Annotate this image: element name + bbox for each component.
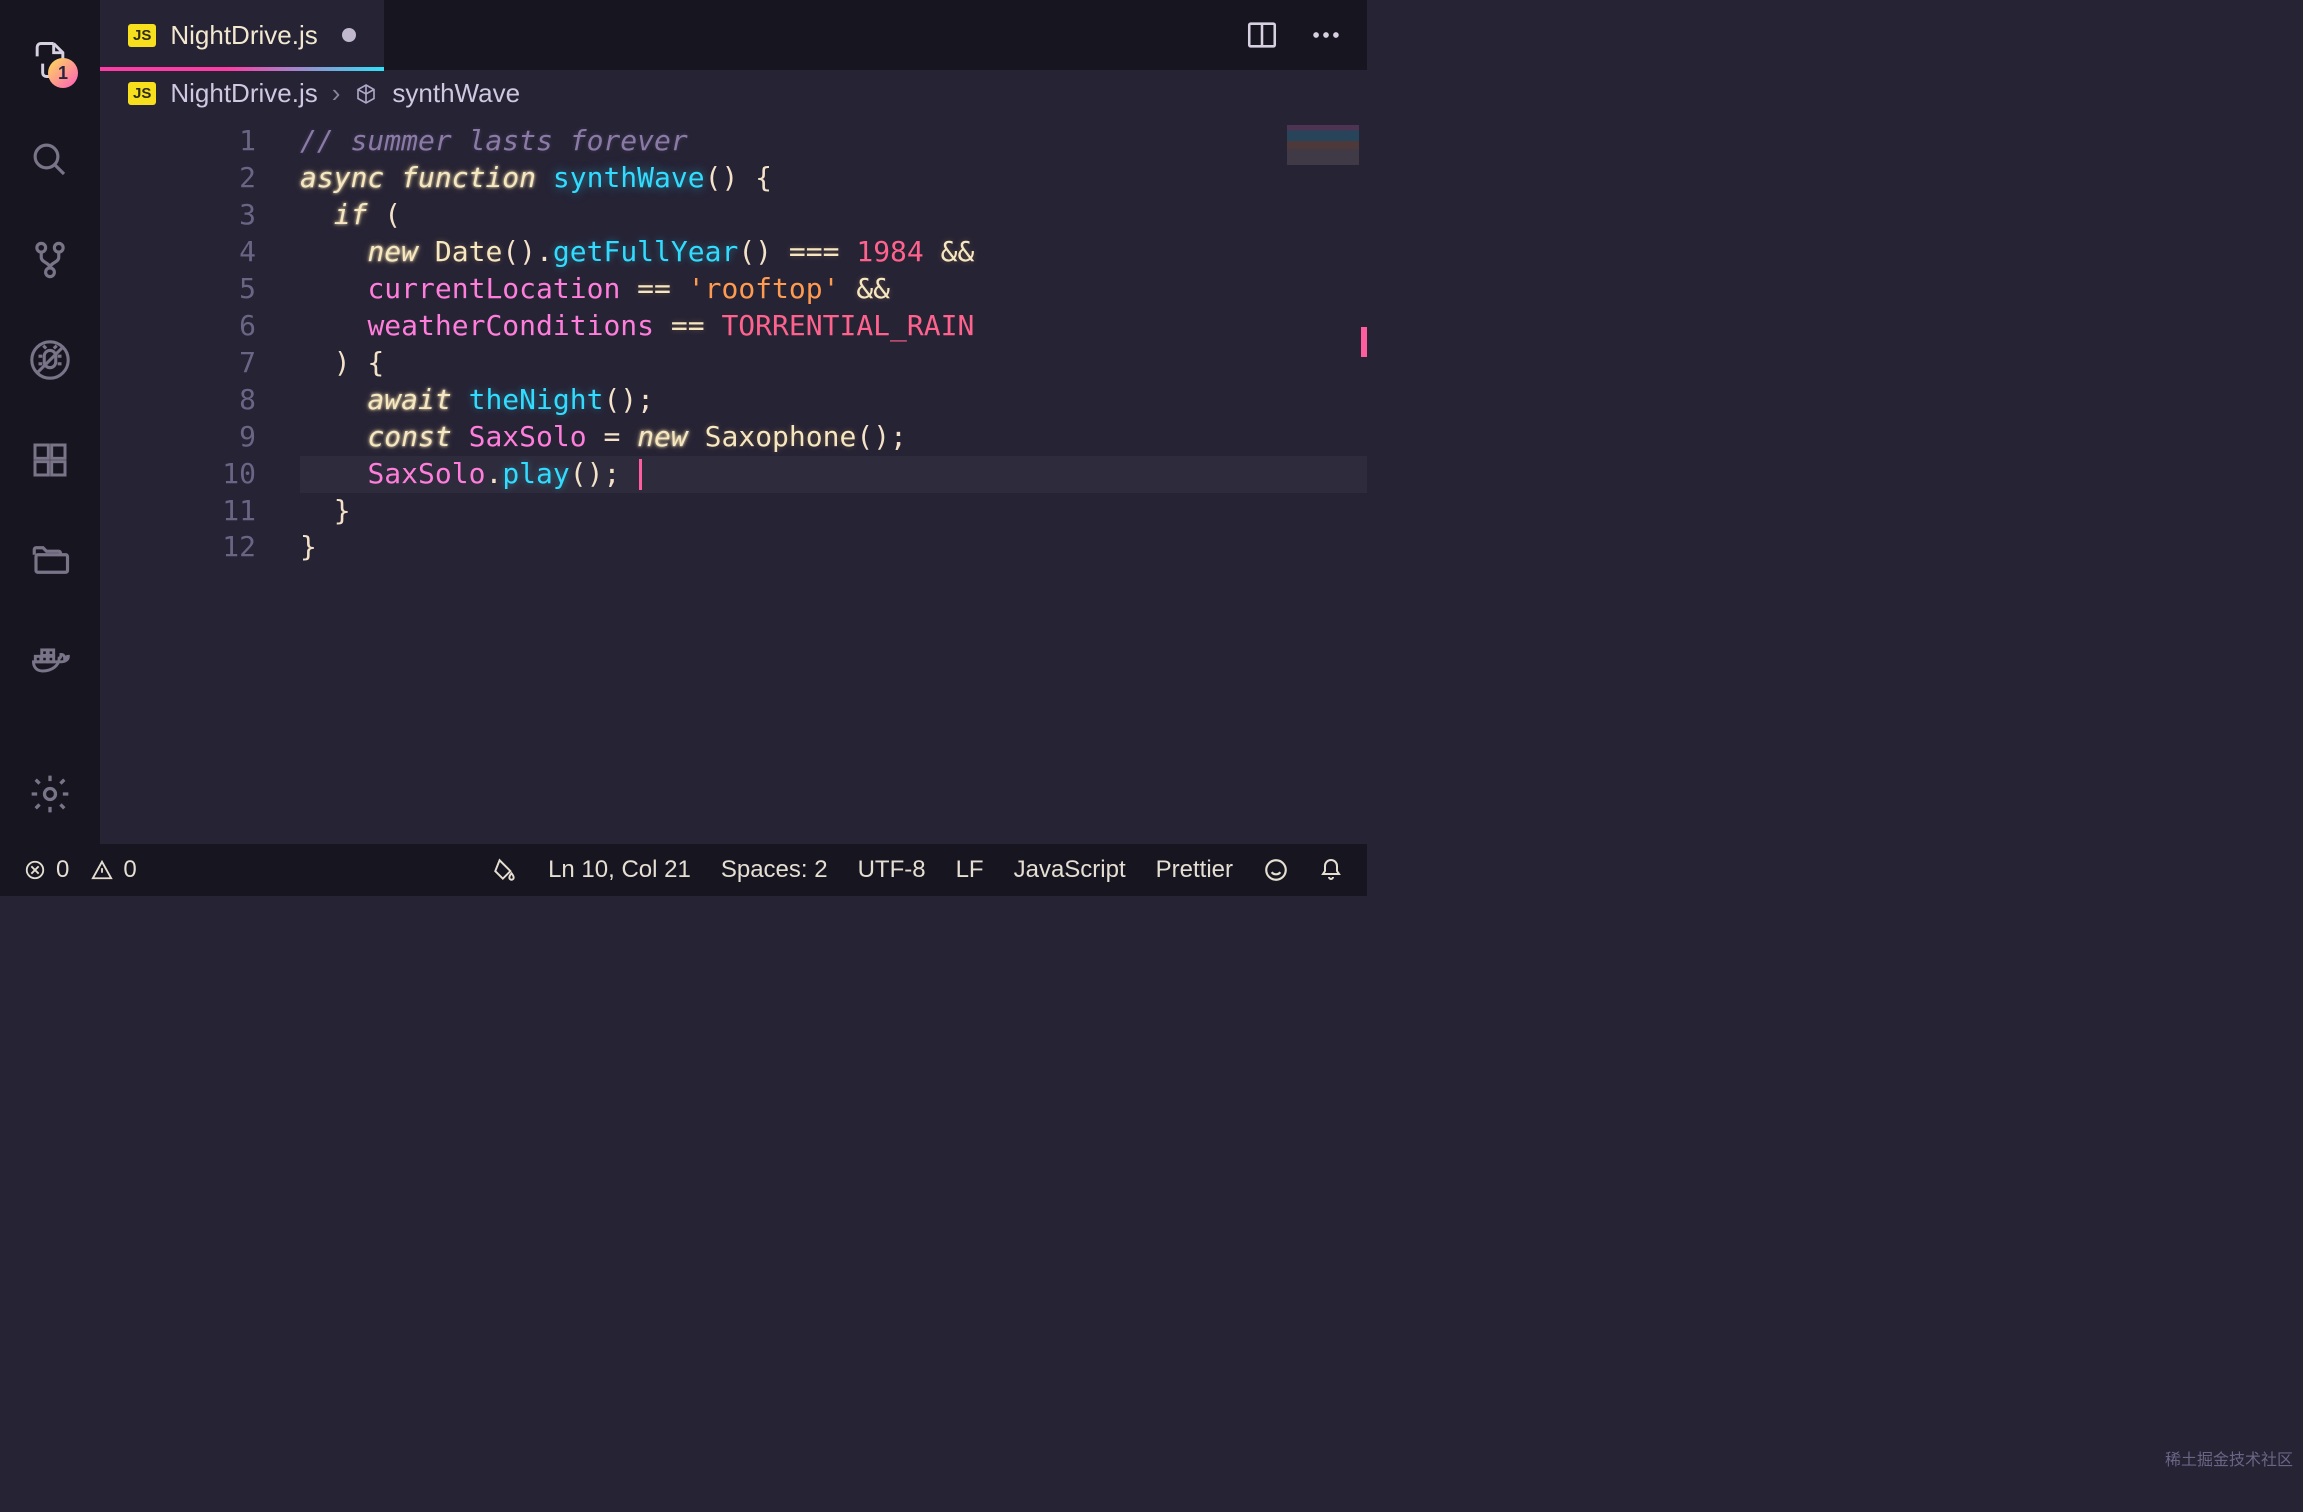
- error-count: 0: [56, 856, 69, 884]
- bell-icon: [1319, 858, 1343, 882]
- status-encoding[interactable]: UTF-8: [858, 856, 926, 884]
- tabs-row: JS NightDrive.js: [100, 0, 1367, 70]
- status-bar: 0 0 Ln 10, Col 21 Spaces: 2 UTF-8 LF Jav…: [0, 844, 1367, 896]
- split-editor-icon[interactable]: [1245, 18, 1279, 52]
- status-spaces[interactable]: Spaces: 2: [721, 856, 828, 884]
- editor[interactable]: 123456789101112 // summer lasts forevera…: [100, 117, 1367, 844]
- code-line[interactable]: await theNight();: [300, 382, 1367, 419]
- error-icon: [24, 859, 46, 881]
- line-number: 7: [100, 345, 300, 382]
- code-line[interactable]: SaxSolo.play();: [300, 456, 1367, 493]
- code-line[interactable]: currentLocation == 'rooftop' &&: [300, 271, 1367, 308]
- chevron-right-icon: ›: [332, 78, 341, 109]
- line-number: 10: [100, 456, 300, 493]
- line-number: 12: [100, 529, 300, 566]
- paint-bucket-icon: [492, 857, 518, 883]
- breadcrumb[interactable]: JS NightDrive.js › synthWave: [100, 70, 1367, 117]
- folders-icon[interactable]: [18, 528, 82, 592]
- status-cursor[interactable]: Ln 10, Col 21: [548, 856, 691, 884]
- explorer-badge: 1: [48, 58, 78, 88]
- js-badge-icon: JS: [128, 82, 156, 105]
- minimap[interactable]: [1287, 125, 1359, 165]
- debug-disabled-icon[interactable]: [18, 328, 82, 392]
- settings-gear-icon[interactable]: [18, 762, 82, 826]
- breadcrumb-symbol[interactable]: synthWave: [392, 78, 520, 109]
- code-line[interactable]: ) {: [300, 345, 1367, 382]
- editor-column: JS NightDrive.js JS NightDrive.js › synt…: [100, 0, 1367, 844]
- line-number: 4: [100, 234, 300, 271]
- status-language[interactable]: JavaScript: [1014, 856, 1126, 884]
- code-line[interactable]: const SaxSolo = new Saxophone();: [300, 419, 1367, 456]
- more-actions-icon[interactable]: [1309, 18, 1343, 52]
- line-number: 8: [100, 382, 300, 419]
- search-icon[interactable]: [18, 128, 82, 192]
- tab-nightdrive[interactable]: JS NightDrive.js: [100, 0, 384, 70]
- text-cursor: [639, 459, 642, 490]
- status-formatter[interactable]: Prettier: [1156, 856, 1233, 884]
- line-number: 6: [100, 308, 300, 345]
- source-control-icon[interactable]: [18, 228, 82, 292]
- js-badge-icon: JS: [128, 24, 156, 47]
- code-line[interactable]: async function synthWave() {: [300, 160, 1367, 197]
- line-number: 1: [100, 123, 300, 160]
- code-line[interactable]: // summer lasts forever: [300, 123, 1367, 160]
- status-bell[interactable]: [1319, 858, 1343, 882]
- line-number: 5: [100, 271, 300, 308]
- explorer-icon[interactable]: 1: [18, 28, 82, 92]
- code-line[interactable]: new Date().getFullYear() === 1984 &&: [300, 234, 1367, 271]
- dirty-indicator-icon: [342, 28, 356, 42]
- code-area[interactable]: // summer lasts foreverasync function sy…: [300, 117, 1367, 844]
- status-problems[interactable]: 0 0: [24, 856, 137, 884]
- line-number: 2: [100, 160, 300, 197]
- code-line[interactable]: }: [300, 529, 1367, 566]
- scroll-marker: [1361, 327, 1367, 357]
- code-line[interactable]: weatherConditions == TORRENTIAL_RAIN: [300, 308, 1367, 345]
- docker-icon[interactable]: [18, 628, 82, 692]
- status-eol[interactable]: LF: [956, 856, 984, 884]
- code-line[interactable]: if (: [300, 197, 1367, 234]
- warning-icon: [91, 859, 113, 881]
- extensions-icon[interactable]: [18, 428, 82, 492]
- breadcrumb-file[interactable]: NightDrive.js: [170, 78, 317, 109]
- symbol-method-icon: [354, 82, 378, 106]
- tab-filename: NightDrive.js: [170, 20, 317, 51]
- code-line[interactable]: }: [300, 493, 1367, 530]
- line-number: 11: [100, 493, 300, 530]
- warning-count: 0: [123, 856, 136, 884]
- status-paint[interactable]: [492, 857, 518, 883]
- line-number: 3: [100, 197, 300, 234]
- line-gutter: 123456789101112: [100, 117, 300, 844]
- smiley-icon: [1263, 857, 1289, 883]
- status-feedback[interactable]: [1263, 857, 1289, 883]
- activity-bar: 1: [0, 0, 100, 844]
- line-number: 9: [100, 419, 300, 456]
- watermark: 稀土掘金技术社区: [2165, 1446, 2293, 1470]
